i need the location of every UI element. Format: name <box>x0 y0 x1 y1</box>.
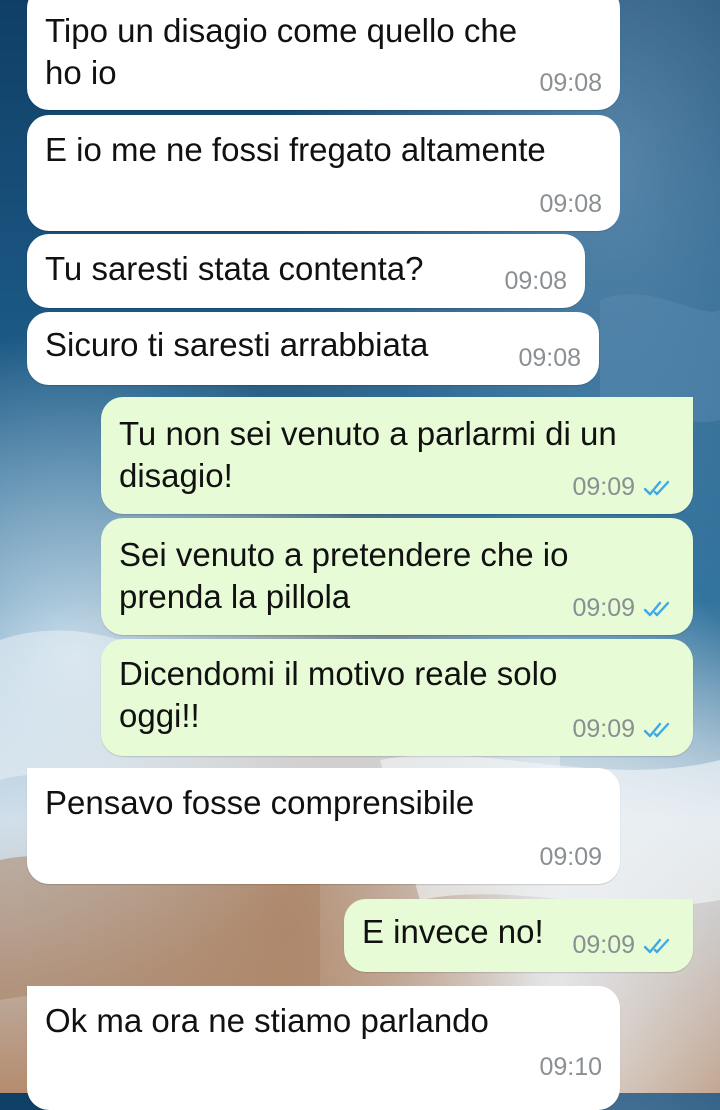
message-meta: 09:10 <box>539 1053 602 1082</box>
message-text: Tu non sei venuto a parlarmi di un disag… <box>119 415 617 494</box>
message-bubble[interactable]: Sicuro ti saresti arrabbiata 09:08 <box>27 312 599 385</box>
message-text: E invece no! <box>362 913 544 950</box>
message-text: Sicuro ti saresti arrabbiata <box>45 326 429 363</box>
message-bubble[interactable]: Pensavo fosse comprensibile 09:09 <box>27 768 620 884</box>
message-meta: 09:08 <box>539 190 602 219</box>
message-time: 09:09 <box>572 715 635 743</box>
read-double-check-icon <box>643 480 670 495</box>
message-time: 09:09 <box>539 843 602 871</box>
message-meta: 09:08 <box>504 267 567 296</box>
message-bubble[interactable]: E invece no! 09:09 <box>344 899 693 972</box>
message-text: Tu saresti stata contenta? <box>45 250 424 287</box>
message-time: 09:09 <box>572 473 635 501</box>
message-time: 09:08 <box>539 69 602 97</box>
message-text: Dicendomi il motivo reale solo oggi!! <box>119 655 558 734</box>
message-text: Pensavo fosse comprensibile <box>45 784 475 821</box>
message-meta: 09:09 <box>572 473 675 502</box>
message-text: Sei venuto a pretendere che io prenda la… <box>119 536 569 615</box>
message-time: 09:08 <box>504 267 567 295</box>
message-bubble[interactable]: Dicendomi il motivo reale solo oggi!! 09… <box>101 639 693 756</box>
message-bubble[interactable]: E io me ne fossi fregato altamente 09:08 <box>27 115 620 231</box>
message-text: Ok ma ora ne stiamo parlando <box>45 1002 489 1039</box>
message-meta: 09:08 <box>539 69 602 98</box>
read-double-check-icon <box>643 722 670 737</box>
message-meta: 09:09 <box>572 594 675 623</box>
message-time: 09:10 <box>539 1053 602 1081</box>
message-time: 09:08 <box>539 190 602 218</box>
message-meta: 09:09 <box>572 715 675 744</box>
message-time: 09:08 <box>518 344 581 372</box>
message-bubble[interactable]: Tu saresti stata contenta? 09:08 <box>27 234 585 308</box>
message-bubble[interactable]: Sei venuto a pretendere che io prenda la… <box>101 518 693 635</box>
message-meta: 09:08 <box>518 344 581 373</box>
read-double-check-icon <box>643 938 670 953</box>
message-meta: 09:09 <box>539 843 602 872</box>
message-meta: 09:09 <box>572 931 675 960</box>
read-double-check-icon <box>643 601 670 616</box>
message-time: 09:09 <box>572 931 635 959</box>
message-text: Tipo un disagio come quello che ho io <box>45 12 518 91</box>
message-text: E io me ne fossi fregato altamente <box>45 131 546 168</box>
message-time: 09:09 <box>572 594 635 622</box>
message-bubble[interactable]: Tipo un disagio come quello che ho io 09… <box>27 0 620 110</box>
message-bubble[interactable]: Ok ma ora ne stiamo parlando 09:10 <box>27 986 620 1110</box>
message-bubble[interactable]: Tu non sei venuto a parlarmi di un disag… <box>101 397 693 514</box>
